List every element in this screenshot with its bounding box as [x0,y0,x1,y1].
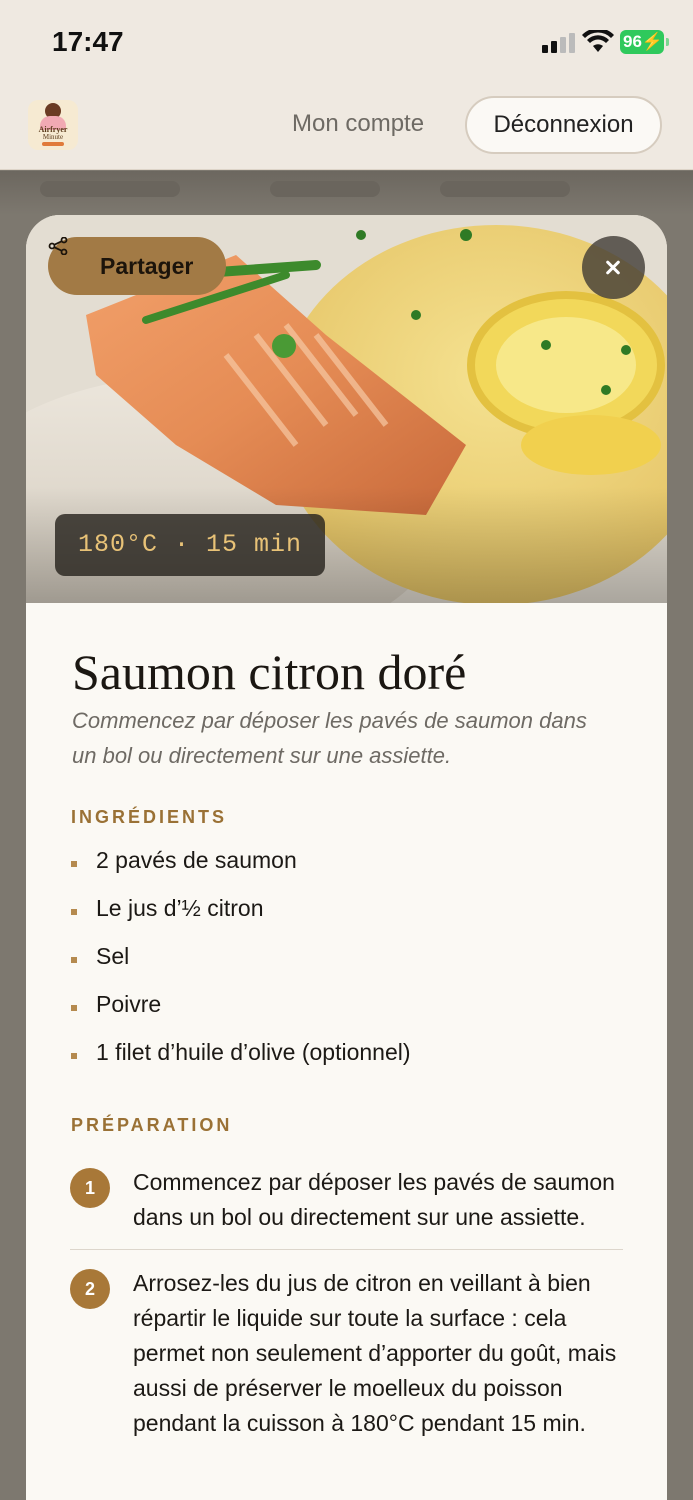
ingredient-item: Poivre [71,991,611,1039]
recipe-card: Partager 180°C · 15 min Saumon citron do… [26,215,667,1500]
step-divider [70,1249,623,1250]
battery-level: 96 [623,32,642,51]
recipe-subtitle: Commencez par déposer les pavés de saumo… [72,708,587,768]
recipe-photo: Partager 180°C · 15 min [26,215,667,603]
ingredients-heading: INGRÉDIENTS [71,807,228,827]
step-number: 2 [70,1269,110,1309]
signal-icon [542,33,576,53]
share-button[interactable]: Partager [48,237,226,295]
preparation-step: 1 Commencez par déposer les pavés de sau… [70,1165,623,1235]
logo-subtext: Minute [42,133,64,141]
ingredients-list: 2 pavés de saumon Le jus d’½ citron Sel … [71,847,611,1087]
wifi-icon [582,30,614,52]
status-bar: 17:47 96⚡ [0,0,693,84]
app-logo[interactable]: Airfryer Minute [28,100,78,150]
recipe-title: Saumon citron doré [72,644,467,700]
status-time: 17:47 [52,26,124,57]
temperature-time-badge: 180°C · 15 min [55,514,325,576]
step-text: Commencez par déposer les pavés de saumo… [133,1169,615,1230]
ingredient-item: Sel [71,943,611,991]
battery-icon: 96⚡ [620,30,669,54]
ingredient-item: Le jus d’½ citron [71,895,611,943]
step-text: Arrosez-les du jus de citron en veillant… [133,1270,617,1436]
my-account-link[interactable]: Mon compte [292,110,424,138]
logout-button[interactable]: Déconnexion [465,96,662,154]
preparation-steps: 1 Commencez par déposer les pavés de sau… [70,1165,623,1441]
preparation-heading: PRÉPARATION [71,1115,233,1135]
share-icon [48,237,68,255]
preparation-step: 2 Arrosez-les du jus de citron en veilla… [70,1266,623,1441]
background-content [0,171,693,215]
step-number: 1 [70,1168,110,1208]
share-label: Partager [100,253,194,279]
ingredient-item: 2 pavés de saumon [71,847,611,895]
ingredient-item: 1 filet d’huile d’olive (optionnel) [71,1039,611,1087]
close-button[interactable] [582,236,645,299]
app-header: Airfryer Minute Mon compte Déconnexion [0,84,693,170]
